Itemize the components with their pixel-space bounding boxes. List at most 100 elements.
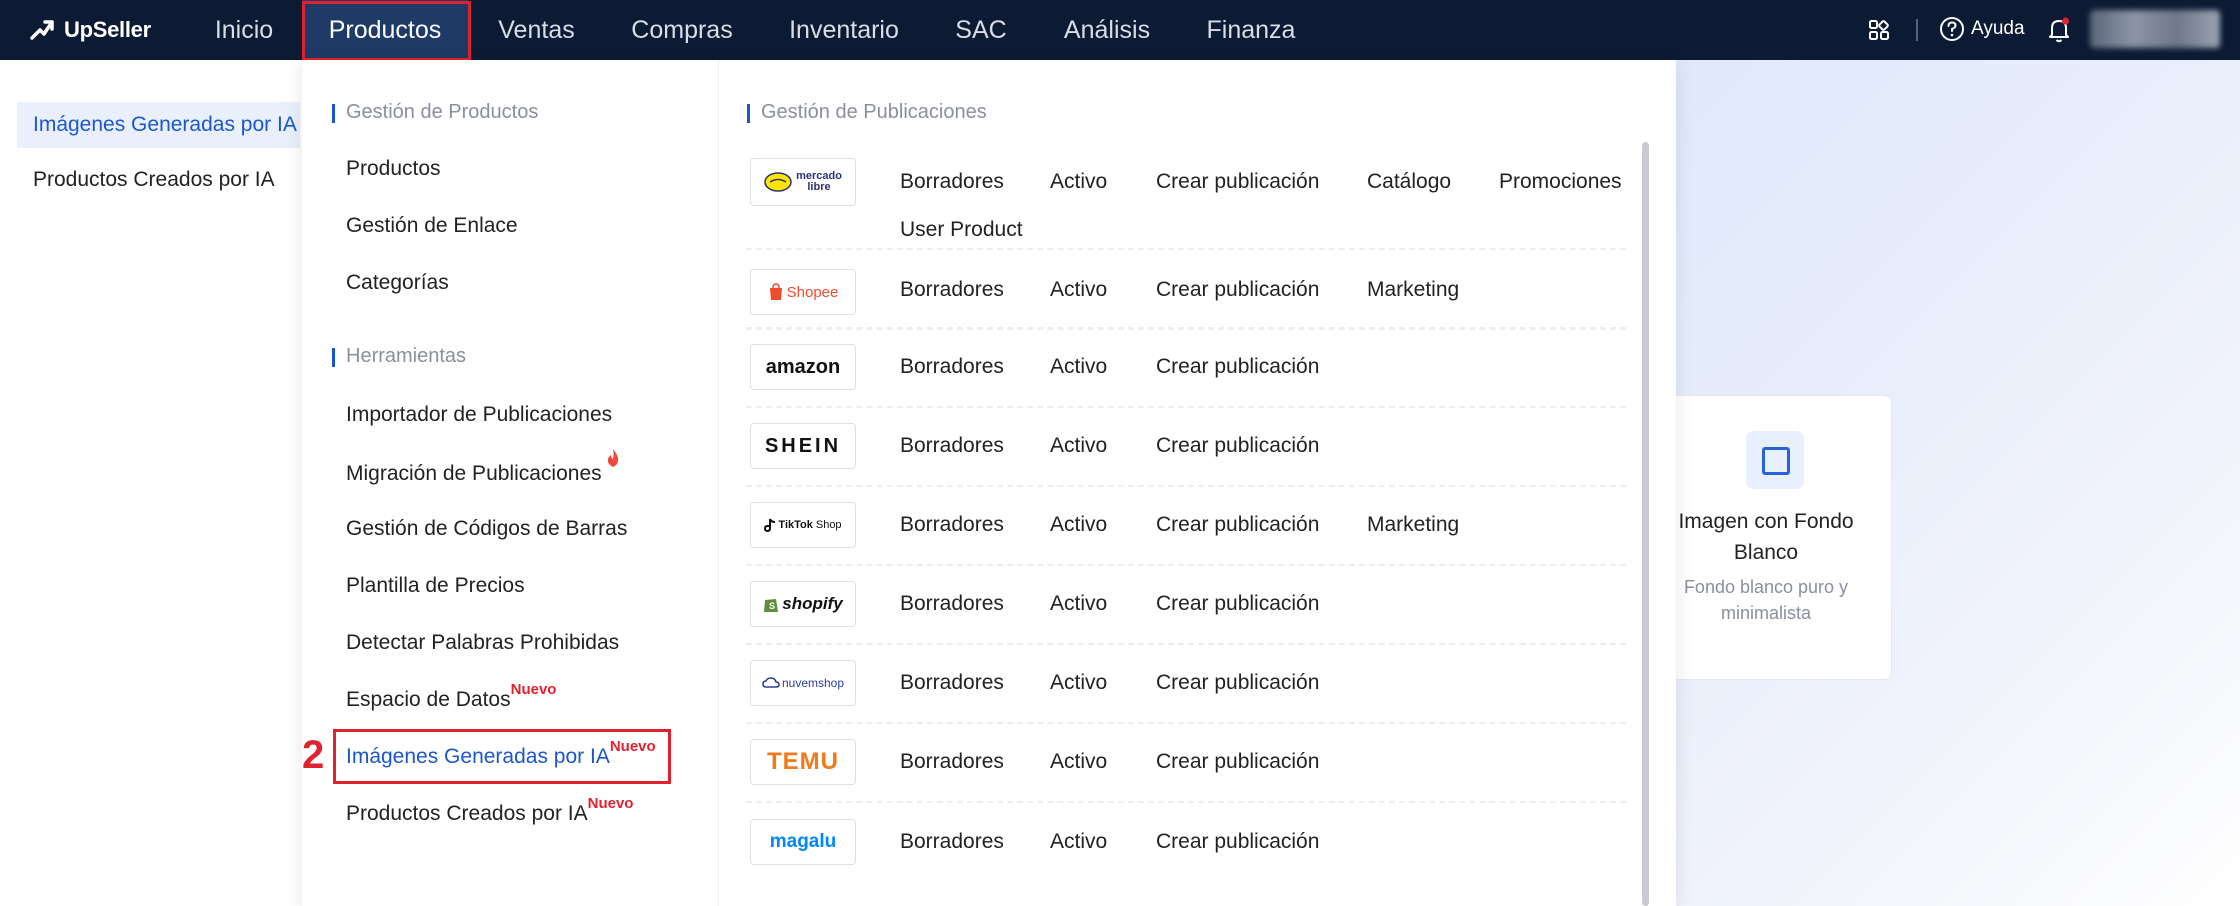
nuvemshop-logo[interactable]: nuvemshop bbox=[750, 660, 856, 706]
sidebar-item-imagenes-ia[interactable]: Imágenes Generadas por IA bbox=[17, 102, 300, 148]
annotation-box-2 bbox=[333, 729, 671, 784]
tiktok-note-icon bbox=[764, 518, 776, 532]
menu-item-productos-ia-label: Productos Creados por IA bbox=[346, 802, 588, 825]
nav-ventas[interactable]: Ventas bbox=[484, 0, 589, 60]
menu-item-productos[interactable]: Productos bbox=[346, 157, 441, 181]
link-borradores[interactable]: Borradores bbox=[900, 750, 1004, 774]
upseller-logo-icon bbox=[30, 20, 54, 40]
new-badge: Nuevo bbox=[587, 795, 634, 812]
nav-inventario[interactable]: Inventario bbox=[778, 0, 910, 60]
link-borradores[interactable]: Borradores bbox=[900, 170, 1004, 194]
menu-item-espacio-datos-label: Espacio de Datos bbox=[346, 688, 511, 711]
nav-divider bbox=[1916, 19, 1918, 41]
mercado-libre-logo[interactable]: mercado libre bbox=[750, 158, 856, 206]
nav-finanza[interactable]: Finanza bbox=[1196, 0, 1306, 60]
link-crear-publicacion[interactable]: Crear publicación bbox=[1156, 513, 1319, 537]
link-borradores[interactable]: Borradores bbox=[900, 830, 1004, 854]
link-catalogo[interactable]: Catálogo bbox=[1367, 170, 1451, 194]
section-title-herramientas: Herramientas bbox=[332, 345, 466, 368]
logo-text: libre bbox=[807, 181, 831, 193]
notification-bell-icon[interactable] bbox=[2047, 16, 2071, 44]
link-borradores[interactable]: Borradores bbox=[900, 278, 1004, 302]
shein-logo[interactable]: SHEIN bbox=[750, 423, 856, 469]
publication-row-nuvemshop: nuvemshop Borradores Activo Crear public… bbox=[746, 643, 1626, 724]
link-crear-publicacion[interactable]: Crear publicación bbox=[1156, 671, 1319, 695]
menu-item-gestion-enlace[interactable]: Gestión de Enlace bbox=[346, 214, 518, 238]
link-promociones[interactable]: Promociones bbox=[1499, 170, 1622, 194]
link-activo[interactable]: Activo bbox=[1050, 278, 1107, 302]
nav-analisis[interactable]: Análisis bbox=[1054, 0, 1160, 60]
menu-item-categorias[interactable]: Categorías bbox=[346, 271, 449, 295]
magalu-logo[interactable]: magalu bbox=[750, 819, 856, 865]
help-label[interactable]: Ayuda bbox=[1971, 18, 2025, 40]
publication-row-shopify: S shopify Borradores Activo Crear public… bbox=[746, 564, 1626, 645]
amazon-logo[interactable]: amazon bbox=[750, 344, 856, 390]
link-crear-publicacion[interactable]: Crear publicación bbox=[1156, 170, 1319, 194]
shopify-logo[interactable]: S shopify bbox=[750, 581, 856, 627]
logo-text: UpSeller bbox=[64, 17, 151, 42]
page-sidebar: Imágenes Generadas por IA Productos Crea… bbox=[0, 60, 300, 906]
link-activo[interactable]: Activo bbox=[1050, 513, 1107, 537]
link-crear-publicacion[interactable]: Crear publicación bbox=[1156, 592, 1319, 616]
sidebar-item-productos-ia[interactable]: Productos Creados por IA bbox=[17, 157, 300, 203]
link-crear-publicacion[interactable]: Crear publicación bbox=[1156, 355, 1319, 379]
logo-text: nuvemshop bbox=[781, 676, 845, 690]
temu-logo[interactable]: TEMU bbox=[750, 739, 856, 785]
nav-compras[interactable]: Compras bbox=[620, 0, 744, 60]
link-crear-publicacion[interactable]: Crear publicación bbox=[1156, 434, 1319, 458]
menu-item-codigos-barras[interactable]: Gestión de Códigos de Barras bbox=[346, 517, 627, 541]
menu-item-importador[interactable]: Importador de Publicaciones bbox=[346, 403, 612, 427]
link-activo[interactable]: Activo bbox=[1050, 592, 1107, 616]
new-badge: Nuevo bbox=[510, 681, 557, 698]
logo-text: TikTok bbox=[778, 519, 813, 531]
link-borradores[interactable]: Borradores bbox=[900, 434, 1004, 458]
publication-row-temu: TEMU Borradores Activo Crear publicación bbox=[746, 722, 1626, 803]
link-activo[interactable]: Activo bbox=[1050, 170, 1107, 194]
publication-row-shein: SHEIN Borradores Activo Crear publicació… bbox=[746, 406, 1626, 487]
link-activo[interactable]: Activo bbox=[1050, 830, 1107, 854]
logo-text: magalu bbox=[769, 831, 837, 852]
shopee-logo[interactable]: Shopee bbox=[750, 269, 856, 315]
column-divider bbox=[718, 60, 719, 906]
section-title-gestion-productos: Gestión de Productos bbox=[332, 101, 538, 124]
menu-item-migracion-label: Migración de Publicaciones bbox=[346, 462, 602, 485]
link-borradores[interactable]: Borradores bbox=[900, 592, 1004, 616]
dropdown-scrollbar[interactable] bbox=[1642, 142, 1649, 906]
annotation-box-1 bbox=[302, 1, 471, 61]
link-borradores[interactable]: Borradores bbox=[900, 355, 1004, 379]
square-frame-icon bbox=[1746, 431, 1804, 489]
link-crear-publicacion[interactable]: Crear publicación bbox=[1156, 278, 1319, 302]
menu-item-espacio-datos[interactable]: Espacio de DatosNuevo bbox=[346, 681, 556, 712]
menu-item-migracion[interactable]: Migración de Publicaciones bbox=[346, 449, 618, 486]
apps-grid-icon[interactable] bbox=[1868, 19, 1890, 41]
section-title-gestion-publicaciones: Gestión de Publicaciones bbox=[747, 101, 987, 124]
link-borradores[interactable]: Borradores bbox=[900, 671, 1004, 695]
menu-item-palabras-prohibidas[interactable]: Detectar Palabras Prohibidas bbox=[346, 631, 619, 655]
link-activo[interactable]: Activo bbox=[1050, 750, 1107, 774]
menu-item-plantilla-precios[interactable]: Plantilla de Precios bbox=[346, 574, 525, 598]
menu-item-productos-ia[interactable]: Productos Creados por IANuevo bbox=[346, 795, 633, 826]
nuvemshop-cloud-icon bbox=[762, 677, 780, 688]
link-activo[interactable]: Activo bbox=[1050, 434, 1107, 458]
logo-text: amazon bbox=[765, 355, 841, 378]
feature-card-fondo-blanco[interactable]: Imagen con Fondo Blanco Fondo blanco pur… bbox=[1640, 395, 1892, 680]
annotation-number-2: 2 bbox=[302, 733, 325, 777]
link-activo[interactable]: Activo bbox=[1050, 671, 1107, 695]
tiktok-shop-logo[interactable]: TikTok Shop bbox=[750, 502, 856, 548]
nav-inicio[interactable]: Inicio bbox=[200, 0, 288, 60]
publication-row-magalu: magalu Borradores Activo Crear publicaci… bbox=[746, 801, 1626, 906]
link-borradores[interactable]: Borradores bbox=[900, 513, 1004, 537]
user-account-avatar[interactable] bbox=[2090, 10, 2220, 48]
nav-sac[interactable]: SAC bbox=[942, 0, 1020, 60]
link-user-product[interactable]: User Product bbox=[900, 218, 1023, 242]
link-marketing[interactable]: Marketing bbox=[1367, 278, 1459, 302]
link-crear-publicacion[interactable]: Crear publicación bbox=[1156, 830, 1319, 854]
logo-text: shopify bbox=[782, 594, 843, 613]
shopify-bag-icon: S bbox=[764, 599, 779, 612]
upseller-logo[interactable]: UpSeller bbox=[28, 14, 151, 46]
link-marketing[interactable]: Marketing bbox=[1367, 513, 1459, 537]
publication-row-amazon: amazon Borradores Activo Crear publicaci… bbox=[746, 327, 1626, 408]
link-activo[interactable]: Activo bbox=[1050, 355, 1107, 379]
help-icon[interactable] bbox=[1939, 16, 1965, 42]
link-crear-publicacion[interactable]: Crear publicación bbox=[1156, 750, 1319, 774]
